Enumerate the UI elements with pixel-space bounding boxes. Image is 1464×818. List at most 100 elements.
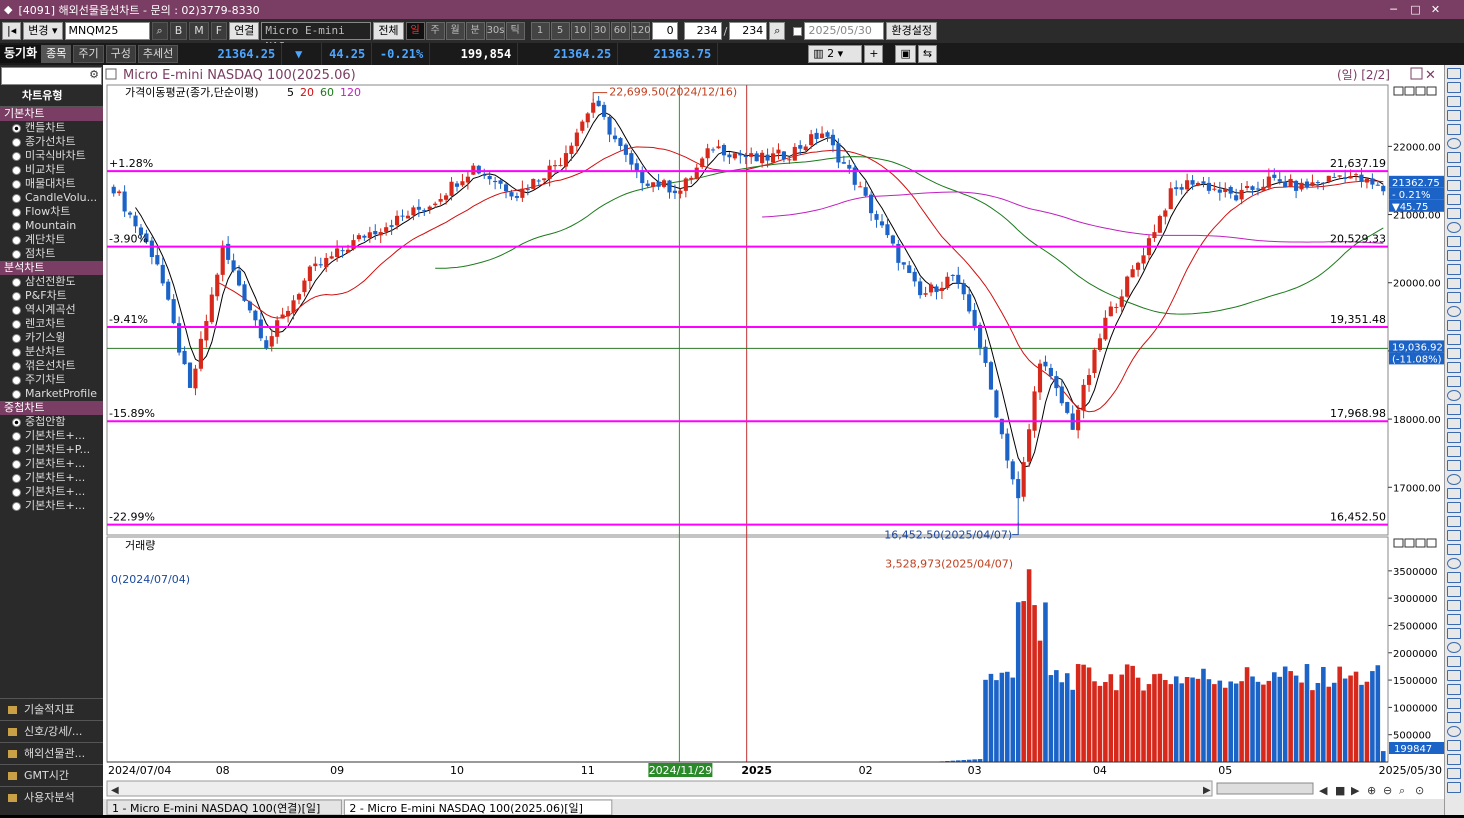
drawing-tool-icon[interactable] xyxy=(1447,712,1461,723)
tab-0[interactable]: 종목 xyxy=(41,45,71,63)
tab-2[interactable]: 구성 xyxy=(106,45,136,63)
count-input-b[interactable]: 234 xyxy=(729,22,767,40)
interval-input[interactable]: 0 xyxy=(652,22,678,40)
drawing-tool-icon[interactable] xyxy=(1447,516,1461,527)
sidebar-search[interactable]: ⚙ xyxy=(1,67,102,85)
overlay-chart-item-1[interactable]: 기본차트+... xyxy=(0,429,103,443)
drawing-tool-icon[interactable] xyxy=(1447,586,1461,597)
code-input[interactable]: MNQM25 xyxy=(65,22,150,40)
drawing-tool-icon[interactable] xyxy=(1447,460,1461,471)
basic-chart-item-7[interactable]: Mountain xyxy=(0,219,103,233)
basic-chart-item-3[interactable]: 비교차트 xyxy=(0,163,103,177)
b-button[interactable]: B xyxy=(170,22,188,40)
layout-select[interactable]: ▥ 2 ▾ xyxy=(808,45,862,63)
interval-button-120[interactable]: 120 xyxy=(631,22,650,40)
overlay-chart-item-0[interactable]: 중첩안함 xyxy=(0,415,103,429)
date-checkbox[interactable] xyxy=(793,27,802,36)
basic-chart-item-0[interactable]: 캔들차트 xyxy=(0,121,103,135)
sidebar-section-3[interactable]: GMT시간 xyxy=(0,764,103,786)
interval-button-60[interactable]: 60 xyxy=(611,22,630,40)
overlay-chart-item-4[interactable]: 기본차트+... xyxy=(0,471,103,485)
interval-button-1[interactable]: 1 xyxy=(531,22,550,40)
drawing-tool-icon[interactable] xyxy=(1447,320,1461,331)
analysis-chart-item-2[interactable]: 역시계곡선 xyxy=(0,303,103,317)
period-button-1[interactable]: 주 xyxy=(426,22,445,40)
analysis-chart-item-8[interactable]: MarketProfile xyxy=(0,387,103,401)
drawing-tool-icon[interactable] xyxy=(1447,698,1461,709)
drawing-tool-icon[interactable] xyxy=(1447,558,1461,569)
drawing-tool-icon[interactable] xyxy=(1447,656,1461,667)
drawing-tool-icon[interactable] xyxy=(1447,376,1461,387)
change-button[interactable]: 변경 ▾ xyxy=(23,22,62,40)
tab-1[interactable]: 주기 xyxy=(73,45,103,63)
drawing-tool-icon[interactable] xyxy=(1447,754,1461,765)
minimize-icon[interactable]: ─ xyxy=(1386,2,1401,17)
settings-button[interactable]: 환경설정 xyxy=(886,22,936,40)
sync-button[interactable]: 동기화 xyxy=(0,45,41,63)
analysis-chart-item-5[interactable]: 분산차트 xyxy=(0,345,103,359)
count-input-a[interactable]: 234 xyxy=(684,22,722,40)
chart-type-header[interactable]: 차트유형 xyxy=(0,85,103,107)
drawing-tool-icon[interactable] xyxy=(1447,180,1461,191)
period-button-5[interactable]: 틱 xyxy=(506,22,525,40)
basic-chart-item-8[interactable]: 계단차트 xyxy=(0,233,103,247)
drawing-tool-icon[interactable] xyxy=(1447,782,1461,793)
drawing-tool-icon[interactable] xyxy=(1447,432,1461,443)
drawing-tool-icon[interactable] xyxy=(1447,166,1461,177)
period-button-2[interactable]: 월 xyxy=(446,22,465,40)
zoom-icon[interactable]: ⌕ xyxy=(769,22,785,40)
drawing-tool-icon[interactable] xyxy=(1447,250,1461,261)
drawing-tool-icon[interactable] xyxy=(1447,390,1461,401)
drawing-tool-icon[interactable] xyxy=(1447,82,1461,93)
drawing-tool-icon[interactable] xyxy=(1447,138,1461,149)
basic-chart-item-6[interactable]: Flow차트 xyxy=(0,205,103,219)
sidebar-section-4[interactable]: 사용자분석 xyxy=(0,786,103,808)
drawing-tool-icon[interactable] xyxy=(1447,418,1461,429)
analysis-chart-item-7[interactable]: 주기차트 xyxy=(0,373,103,387)
basic-chart-item-1[interactable]: 종가선차트 xyxy=(0,135,103,149)
drawing-tool-icon[interactable] xyxy=(1447,488,1461,499)
analysis-chart-item-1[interactable]: P&F차트 xyxy=(0,289,103,303)
overlay-chart-item-6[interactable]: 기본차트+... xyxy=(0,499,103,513)
interval-button-5[interactable]: 5 xyxy=(551,22,570,40)
interval-button-10[interactable]: 10 xyxy=(571,22,590,40)
drawing-tool-icon[interactable] xyxy=(1447,502,1461,513)
drawing-tool-icon[interactable] xyxy=(1447,684,1461,695)
analysis-chart-item-0[interactable]: 삼선전환도 xyxy=(0,275,103,289)
period-button-0[interactable]: 일 xyxy=(406,22,425,40)
m-button[interactable]: M xyxy=(189,22,209,40)
period-button-3[interactable]: 분 xyxy=(466,22,485,40)
chart-canvas[interactable]: Micro E-mini NASDAQ 100(2025.06)(일) [2/2… xyxy=(103,65,1444,815)
drawing-tool-icon[interactable] xyxy=(1447,208,1461,219)
add-icon[interactable]: + xyxy=(864,45,883,63)
tab-3[interactable]: 추세선 xyxy=(138,45,178,63)
drawing-tool-icon[interactable] xyxy=(1447,530,1461,541)
drawing-tool-icon[interactable] xyxy=(1447,264,1461,275)
drawing-tool-icon[interactable] xyxy=(1447,474,1461,485)
overlay-chart-item-5[interactable]: 기본차트+... xyxy=(0,485,103,499)
save-icon[interactable]: ▣ xyxy=(895,45,915,63)
drawing-tool-icon[interactable] xyxy=(1447,362,1461,373)
drawing-tool-icon[interactable] xyxy=(1447,110,1461,121)
f-button[interactable]: F xyxy=(211,22,227,40)
overlay-chart-item-2[interactable]: 기본차트+P... xyxy=(0,443,103,457)
drawing-tool-icon[interactable] xyxy=(1447,446,1461,457)
drawing-tool-icon[interactable] xyxy=(1447,194,1461,205)
export-icon[interactable]: ⇆ xyxy=(918,45,937,63)
basic-chart-item-9[interactable]: 점차트 xyxy=(0,247,103,261)
drawing-tool-icon[interactable] xyxy=(1447,628,1461,639)
drawing-tool-icon[interactable] xyxy=(1447,292,1461,303)
period-button-4[interactable]: 30s xyxy=(486,22,505,40)
drawing-tool-icon[interactable] xyxy=(1447,222,1461,233)
drawing-tool-icon[interactable] xyxy=(1447,740,1461,751)
drawing-tool-icon[interactable] xyxy=(1447,96,1461,107)
drawing-tool-icon[interactable] xyxy=(1447,572,1461,583)
analysis-chart-item-3[interactable]: 렌코차트 xyxy=(0,317,103,331)
drawing-tool-icon[interactable] xyxy=(1447,334,1461,345)
basic-chart-item-5[interactable]: CandleVolu... xyxy=(0,191,103,205)
basic-chart-item-2[interactable]: 미국식바차트 xyxy=(0,149,103,163)
sidebar-section-1[interactable]: 신호/강세/... xyxy=(0,720,103,742)
basic-chart-item-4[interactable]: 매물대차트 xyxy=(0,177,103,191)
drawing-tool-icon[interactable] xyxy=(1447,600,1461,611)
drawing-tool-icon[interactable] xyxy=(1447,614,1461,625)
